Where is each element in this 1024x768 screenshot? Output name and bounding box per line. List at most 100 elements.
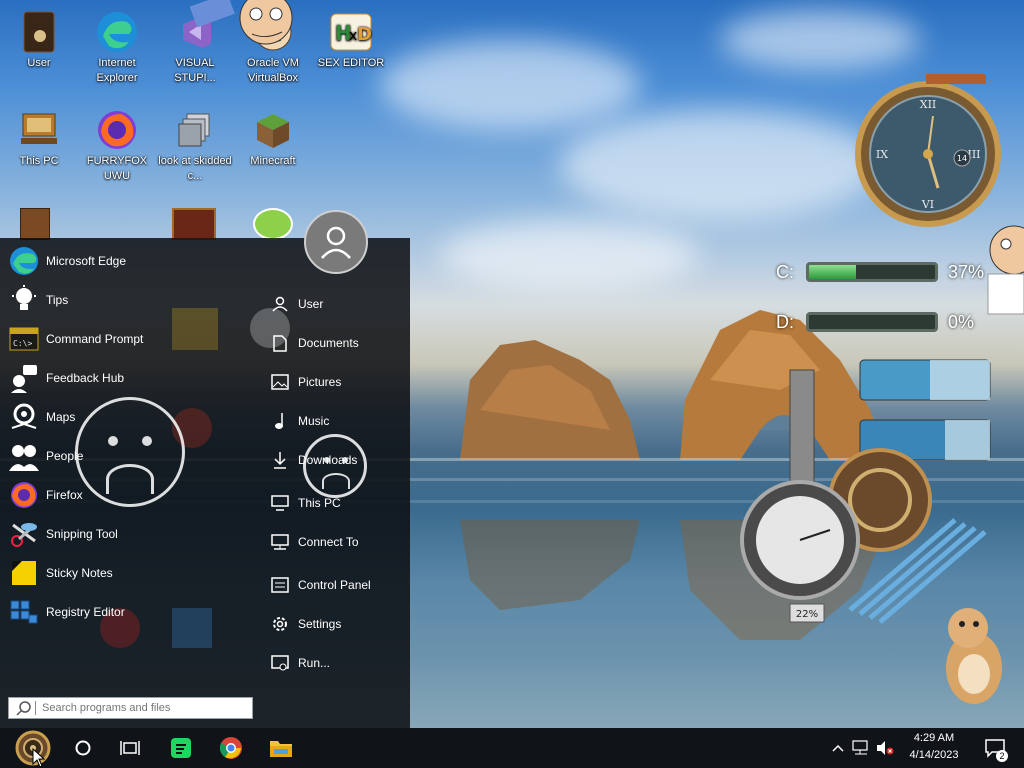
document-icon xyxy=(270,333,290,353)
taskbar-spotify-button[interactable] xyxy=(164,728,198,768)
drive-usage-bar xyxy=(806,262,938,282)
svg-text:XII: XII xyxy=(920,98,937,111)
gear-icon xyxy=(270,614,290,634)
start-place-settings[interactable]: Settings xyxy=(270,609,341,639)
drive-usage-bar xyxy=(806,312,938,332)
taskbar-clock[interactable]: 4:29 AM 4/14/2023 xyxy=(896,730,972,764)
firefox-icon xyxy=(95,108,139,152)
start-place-pictures[interactable]: Pictures xyxy=(270,367,341,397)
start-app-label: Maps xyxy=(46,410,76,424)
svg-text:VI: VI xyxy=(921,198,934,211)
desktop-icon-minecraft[interactable]: Minecraft xyxy=(235,108,311,169)
sad-face-eye xyxy=(142,436,152,446)
volume-muted-icon xyxy=(877,741,894,755)
hxd-icon: HxD xyxy=(329,10,373,54)
search-input[interactable] xyxy=(36,702,236,714)
start-place-documents[interactable]: Documents xyxy=(270,328,359,358)
mouse-cursor-icon xyxy=(32,748,46,768)
hamster-widget xyxy=(946,608,1002,704)
cmd-icon: C:\> xyxy=(8,323,40,355)
start-place-label: User xyxy=(298,297,324,311)
drive-gauge-d: D: 0% xyxy=(776,308,974,336)
taskbar-cortana-button[interactable] xyxy=(68,728,98,768)
sad-face-mouth xyxy=(106,464,154,494)
start-place-label: Run... xyxy=(298,656,331,670)
start-app-label: Firefox xyxy=(46,488,83,502)
start-place-connect-to[interactable]: Connect To xyxy=(270,527,359,557)
clock-time: 4:29 AM xyxy=(913,732,955,744)
start-app-label: Tips xyxy=(46,293,69,307)
start-app-label: Feedback Hub xyxy=(46,371,125,385)
svg-text:D: D xyxy=(357,24,372,45)
start-app-snipping-tool[interactable]: Snipping Tool xyxy=(8,516,118,552)
start-place-label: This PC xyxy=(298,496,341,510)
drive-label: D: xyxy=(776,311,794,332)
spotify-icon xyxy=(171,738,191,758)
start-app-registry-editor[interactable]: Registry Editor xyxy=(8,594,125,630)
desktop-icon-label: Oracle VM VirtualBox xyxy=(247,57,299,84)
start-place-label: Pictures xyxy=(298,375,342,389)
desktop-icon-furryfox[interactable]: FURRYFOX UWU xyxy=(79,108,155,184)
start-app-sticky-notes[interactable]: Sticky Notes xyxy=(8,555,113,591)
start-place-label: Settings xyxy=(298,617,342,631)
start-search-box[interactable] xyxy=(8,697,253,719)
control-panel-icon xyxy=(270,575,290,595)
run-icon xyxy=(270,653,290,673)
desktop-icon-internet-explorer[interactable]: Internet Explorer xyxy=(79,10,155,86)
start-place-user[interactable]: User xyxy=(270,289,323,319)
meme-character-top xyxy=(190,0,293,45)
taskbar-file-explorer-button[interactable] xyxy=(264,728,298,768)
start-app-people[interactable]: People xyxy=(8,438,83,474)
network-icon xyxy=(852,740,868,755)
start-app-tips[interactable]: Tips xyxy=(8,282,68,318)
start-app-label: Sticky Notes xyxy=(46,566,113,580)
scissors-icon xyxy=(8,518,40,550)
user-folder-icon xyxy=(17,10,61,54)
start-app-maps[interactable]: Maps xyxy=(8,399,75,435)
taskbar-chrome-button[interactable] xyxy=(214,728,248,768)
drive-percent: 37% xyxy=(948,261,985,282)
edge-icon xyxy=(95,10,139,54)
clock-date-text: 14 xyxy=(957,154,967,163)
action-center-button[interactable]: 2 xyxy=(980,728,1010,768)
start-place-music[interactable]: Music xyxy=(270,406,329,436)
drive-label: C: xyxy=(776,261,794,282)
start-place-label: Documents xyxy=(298,336,359,350)
tray-volume-button[interactable] xyxy=(874,728,896,768)
start-place-label: Music xyxy=(298,414,330,428)
svg-text:C:\>: C:\> xyxy=(13,339,32,348)
taskbar-task-view-button[interactable] xyxy=(114,728,146,768)
desktop-icon-skidded[interactable]: look at skidded c... xyxy=(157,108,233,184)
feedback-icon xyxy=(8,362,40,394)
start-place-run[interactable]: Run... xyxy=(270,648,330,678)
user-avatar-button[interactable] xyxy=(304,210,368,274)
start-place-control-panel[interactable]: Control Panel xyxy=(270,570,371,600)
desktop-icon-user[interactable]: User xyxy=(1,10,77,71)
start-app-command-prompt[interactable]: C:\> Command Prompt xyxy=(8,321,143,357)
start-app-microsoft-edge[interactable]: Microsoft Edge xyxy=(8,243,126,279)
drive-percent: 0% xyxy=(948,311,975,332)
desktop-icon-label: FURRYFOX UWU xyxy=(86,155,148,182)
music-icon xyxy=(270,411,290,431)
partial-icon xyxy=(20,208,50,240)
lightbulb-icon xyxy=(8,284,40,316)
steampunk-clock-widget: XIIIIIVIIX 14 xyxy=(855,74,1001,227)
partial-icon xyxy=(172,208,216,240)
desktop-icon-label: VISUAL STUPI... xyxy=(174,57,216,84)
sticky-note-icon xyxy=(8,557,40,589)
tray-show-hidden-button[interactable] xyxy=(830,728,846,768)
connect-icon xyxy=(270,532,290,552)
firefox-icon xyxy=(8,479,40,511)
start-app-feedback-hub[interactable]: Feedback Hub xyxy=(8,360,124,396)
desktop-icon-label: This PC xyxy=(19,155,59,167)
file-explorer-icon xyxy=(270,741,292,757)
start-app-label: Microsoft Edge xyxy=(46,254,127,268)
minecraft-icon xyxy=(251,108,295,152)
start-app-firefox[interactable]: Firefox xyxy=(8,477,83,513)
tray-network-button[interactable] xyxy=(850,728,872,768)
maps-icon xyxy=(8,401,40,433)
desktop-icon-label: Minecraft xyxy=(250,155,296,167)
edge-icon xyxy=(8,245,40,277)
desktop-icon-this-pc[interactable]: This PC xyxy=(1,108,77,169)
sad-face-eye xyxy=(342,457,348,463)
